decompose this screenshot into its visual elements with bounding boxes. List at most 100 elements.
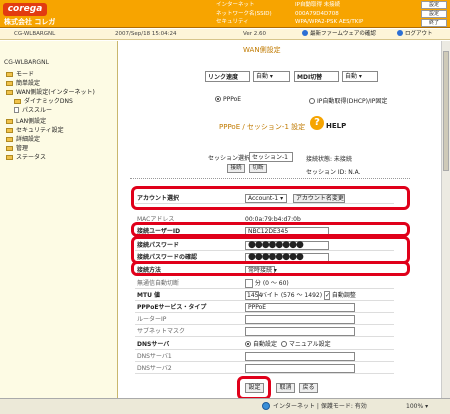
dns2-row: DNSサーバ2 — [135, 363, 394, 374]
session-select[interactable]: セッション-1 ▾ — [249, 152, 293, 170]
zoom-level[interactable]: 100% ▾ — [406, 399, 428, 414]
dns1-input[interactable] — [245, 352, 355, 361]
dns1-row: DNSサーバ1 — [135, 351, 394, 362]
header-exit-button[interactable]: 終了 — [421, 19, 447, 27]
sidebar-item-dynamic-dns[interactable]: ダイナミックDNS — [14, 96, 73, 105]
mdi-select[interactable]: 自動 ▾ — [342, 71, 378, 82]
dns-label: DNSサーバ — [137, 341, 170, 348]
dns2-input[interactable] — [245, 364, 355, 373]
help-icon[interactable]: ? — [310, 116, 324, 130]
header-setting-button-2[interactable]: 設定 — [421, 10, 447, 18]
dns-auto-radio[interactable]: 自動設定 — [245, 341, 277, 348]
sidebar-item-admin[interactable]: 管理 — [6, 143, 28, 152]
mtu-auto-checkbox[interactable]: ✓ — [323, 291, 330, 300]
sidebar-item-mode[interactable]: モード — [6, 69, 34, 78]
header-info: インターネット IP自動取得 未接続 ネットワーク名(SSID) 000A79D… — [200, 1, 415, 27]
device-datetime: 2007/Sep/18 15:04:24 — [115, 31, 177, 37]
dns2-label: DNSサーバ2 — [137, 365, 172, 372]
subnet-label: サブネットマスク — [137, 328, 186, 335]
sidebar: CG-WLBARGNL モード 簡単設定 WAN側設定(インターネット) ダイナ… — [0, 41, 118, 398]
vertical-scrollbar[interactable] — [441, 41, 450, 398]
subnet-row: サブネットマスク — [135, 326, 394, 337]
mtu-row: MTU 値 1454 バイト (576 ～ 1492) ✓ 自動調整 — [135, 290, 394, 301]
mdi-label: MDI切替 — [294, 71, 339, 82]
section-divider — [130, 178, 410, 179]
wan-section-title: WAN側設定 — [243, 46, 281, 54]
highlight-connection-method — [131, 261, 410, 276]
session-select-label: セッション選択 — [208, 155, 251, 162]
help-label[interactable]: HELP — [326, 122, 346, 130]
app-header: corega 株式会社 コレガ インターネット IP自動取得 未接続 ネットワー… — [0, 0, 450, 28]
cancel-button[interactable]: 取消 — [276, 383, 295, 393]
dns-row: DNSサーバ 自動設定 マニュアル設定 — [135, 339, 394, 350]
radio-unselected-icon — [309, 98, 315, 104]
link-speed-select[interactable]: 自動 ▾ — [253, 71, 290, 82]
highlight-account-select — [131, 186, 410, 210]
disconnect-button[interactable]: 切断 — [249, 164, 267, 173]
folder-icon — [14, 99, 21, 104]
globe-icon — [262, 402, 270, 410]
browser-status-bar: インターネット | 保護モード: 有効 100% ▾ — [0, 398, 450, 414]
folder-icon — [6, 72, 13, 77]
firmware-check-link[interactable]: 最新ファームウェアの確認 — [302, 29, 376, 40]
company-name: 株式会社 コレガ — [4, 18, 56, 26]
router-ip-label: ルーターIP — [137, 316, 167, 323]
highlight-user-id — [131, 222, 410, 237]
sidebar-item-security[interactable]: セキュリティ設定 — [6, 125, 64, 134]
folder-icon — [6, 146, 13, 151]
service-type-label: PPPoEサービス・タイプ — [137, 304, 207, 311]
scrollbar-thumb[interactable] — [443, 51, 449, 171]
folder-icon — [6, 155, 13, 160]
radio-unselected-icon — [280, 341, 287, 347]
highlight-password — [131, 236, 410, 264]
header-info-internet: インターネット IP自動取得 未接続 — [216, 2, 341, 8]
dns-manual-radio[interactable]: マニュアル設定 — [280, 341, 331, 348]
firmware-version: Ver 2.60 — [243, 31, 266, 37]
link-speed-label: リンク速度 — [205, 71, 250, 82]
radio-selected-icon — [215, 96, 221, 102]
dns1-label: DNSサーバ1 — [137, 353, 172, 360]
sidebar-item-status[interactable]: ステータス — [6, 152, 46, 161]
back-button[interactable]: 戻る — [299, 383, 318, 393]
sidebar-item-wan[interactable]: WAN側設定(インターネット) — [6, 87, 95, 96]
header-info-security: セキュリティ WPA/WPA2-PSK AES/TKIP — [216, 19, 364, 25]
router-ip-input[interactable] — [245, 315, 355, 324]
folder-icon — [6, 128, 13, 133]
save-button[interactable]: 設定 — [245, 383, 264, 393]
connect-button[interactable]: 接続 — [227, 164, 245, 173]
logout-link[interactable]: ログアウト — [397, 29, 433, 40]
idle-minutes-input[interactable] — [245, 279, 253, 288]
folder-icon — [6, 90, 13, 95]
subnet-input[interactable] — [245, 327, 355, 336]
arrow-icon — [302, 30, 308, 36]
folder-icon — [6, 137, 13, 142]
radio-pppoe[interactable]: PPPoE — [215, 96, 241, 103]
session-id: セッション ID: N.A. — [306, 169, 361, 176]
folder-icon — [6, 119, 13, 124]
sidebar-item-lan[interactable]: LAN側設定 — [6, 116, 46, 125]
mtu-label: MTU 値 — [137, 292, 161, 299]
sidebar-item-easy-setup[interactable]: 簡単設定 — [6, 78, 40, 87]
header-buttons: 設定 設定 終了 — [421, 1, 447, 28]
arrow-icon — [397, 30, 403, 36]
idle-disconnect-label: 無通信自動切断 — [137, 280, 180, 287]
mtu-input[interactable]: 1454 — [245, 291, 262, 300]
radio-selected-icon — [245, 341, 251, 347]
radio-dhcp[interactable]: IP自動取得(DHCP)/IP固定 — [309, 96, 387, 105]
pppoe-section-title: PPPoE / セッション-1 設定 — [219, 123, 306, 131]
page-icon — [14, 107, 19, 113]
connection-status: 接続状態: 未接続 — [306, 156, 352, 163]
device-status-bar: CG-WLBARGNL 2007/Sep/18 15:04:24 Ver 2.6… — [0, 29, 450, 40]
corega-logo: corega — [3, 3, 47, 16]
folder-icon — [6, 81, 13, 86]
model-name: CG-WLBARGNL — [14, 31, 56, 37]
sidebar-title[interactable]: CG-WLBARGNL — [4, 59, 49, 66]
sidebar-item-advanced[interactable]: 詳細設定 — [6, 134, 40, 143]
header-info-ssid: ネットワーク名(SSID) 000A79D4D708 — [216, 10, 339, 17]
header-setting-button-1[interactable]: 設定 — [421, 1, 447, 9]
router-ip-row: ルーターIP — [135, 314, 394, 325]
idle-disconnect-row: 無通信自動切断 分 (0 ～ 60) — [135, 278, 394, 289]
service-type-select[interactable]: PPPoE — [245, 303, 355, 312]
security-zone: インターネット | 保護モード: 有効 — [262, 399, 367, 414]
sidebar-item-passthrough[interactable]: パススルー — [14, 105, 52, 114]
